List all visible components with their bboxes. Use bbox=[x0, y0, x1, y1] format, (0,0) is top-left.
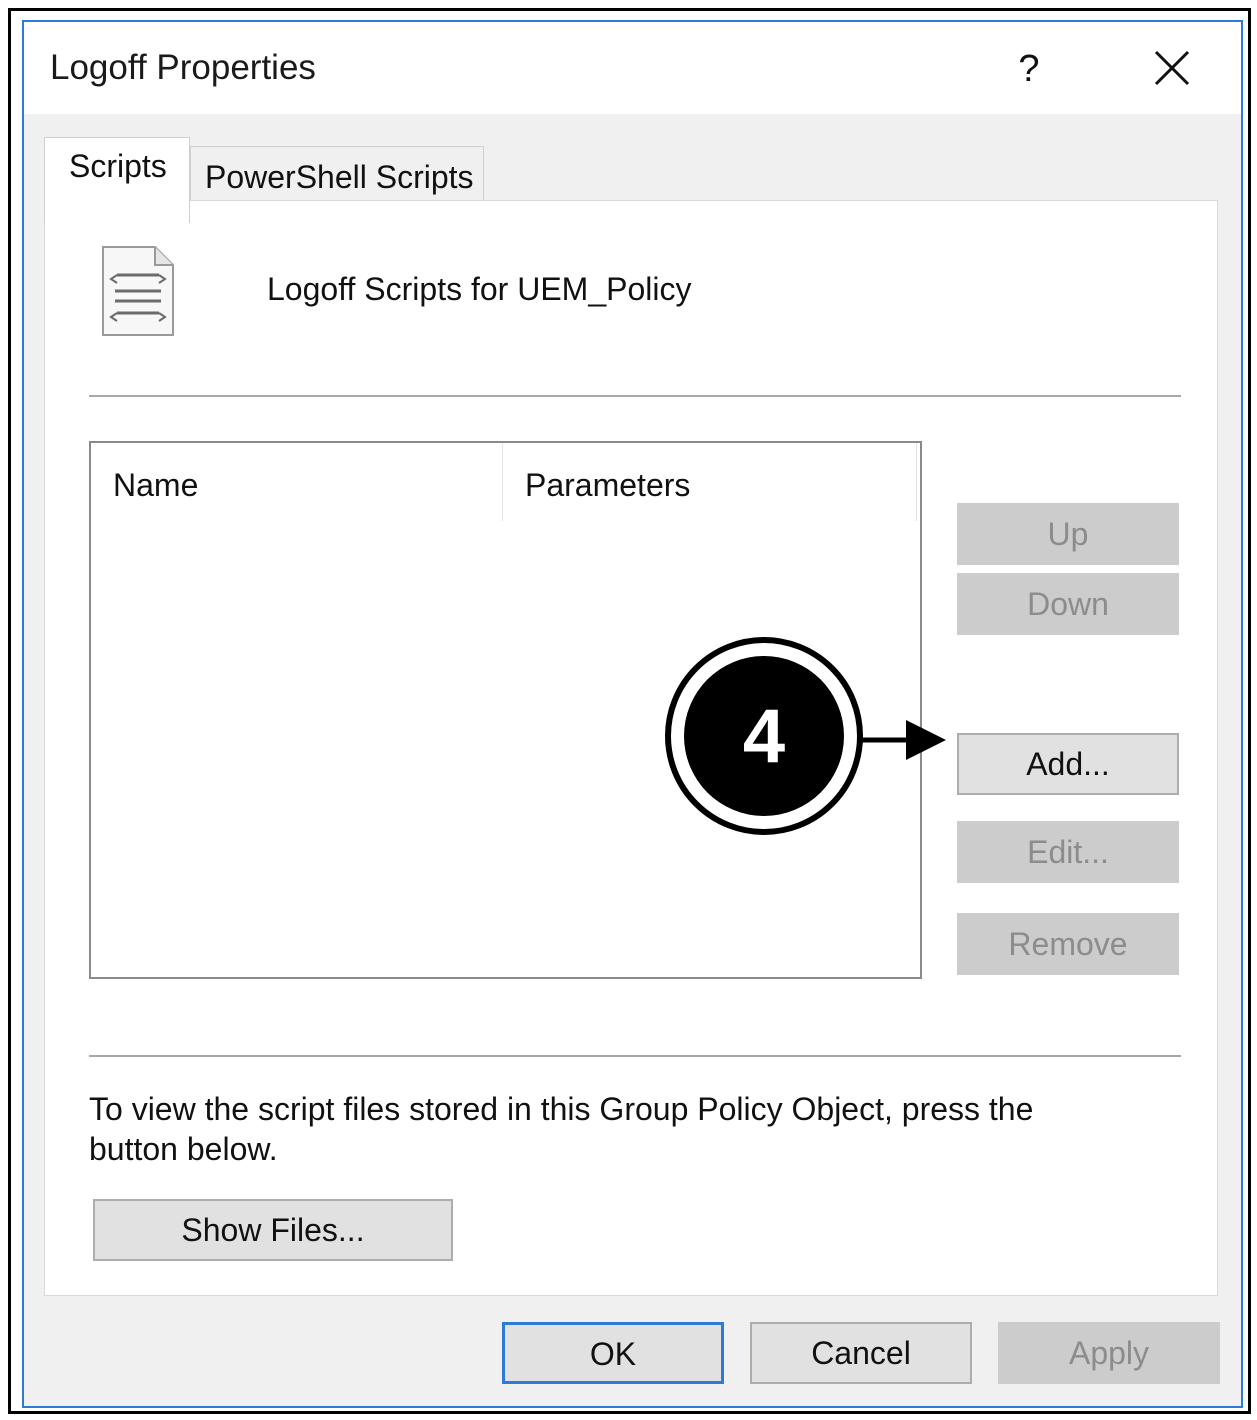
bottom-separator bbox=[89, 1055, 1181, 1057]
column-header-parameters[interactable]: Parameters bbox=[503, 443, 917, 521]
cancel-button[interactable]: Cancel bbox=[750, 1322, 972, 1384]
remove-button[interactable]: Remove bbox=[957, 913, 1179, 975]
step-callout: 4 bbox=[664, 636, 964, 836]
show-files-button[interactable]: Show Files... bbox=[93, 1199, 453, 1261]
scripts-tab-panel: Logoff Scripts for UEM_Policy Name Param… bbox=[44, 200, 1218, 1296]
logoff-properties-dialog: Logoff Properties ? Scripts PowerShell S… bbox=[22, 20, 1243, 1408]
close-icon bbox=[1154, 50, 1190, 86]
step-number: 4 bbox=[743, 694, 785, 779]
show-files-instructions: To view the script files stored in this … bbox=[89, 1091, 1034, 1167]
close-button[interactable] bbox=[1144, 44, 1200, 94]
top-separator bbox=[89, 395, 1181, 397]
up-button[interactable]: Up bbox=[957, 503, 1179, 565]
dialog-title: Logoff Properties bbox=[50, 48, 316, 87]
gpo-scripts-heading: Logoff Scripts for UEM_Policy bbox=[267, 271, 692, 307]
ok-button[interactable]: OK bbox=[502, 1322, 724, 1384]
script-file-icon bbox=[97, 243, 179, 339]
title-bar: Logoff Properties ? bbox=[24, 22, 1241, 114]
edit-button[interactable]: Edit... bbox=[957, 821, 1179, 883]
add-button[interactable]: Add... bbox=[957, 733, 1179, 795]
arrow-right-icon bbox=[906, 720, 946, 760]
help-button[interactable]: ? bbox=[1004, 44, 1054, 94]
apply-button[interactable]: Apply bbox=[998, 1322, 1220, 1384]
down-button[interactable]: Down bbox=[957, 573, 1179, 635]
tab-scripts[interactable]: Scripts bbox=[44, 137, 190, 223]
column-header-name[interactable]: Name bbox=[91, 443, 503, 521]
